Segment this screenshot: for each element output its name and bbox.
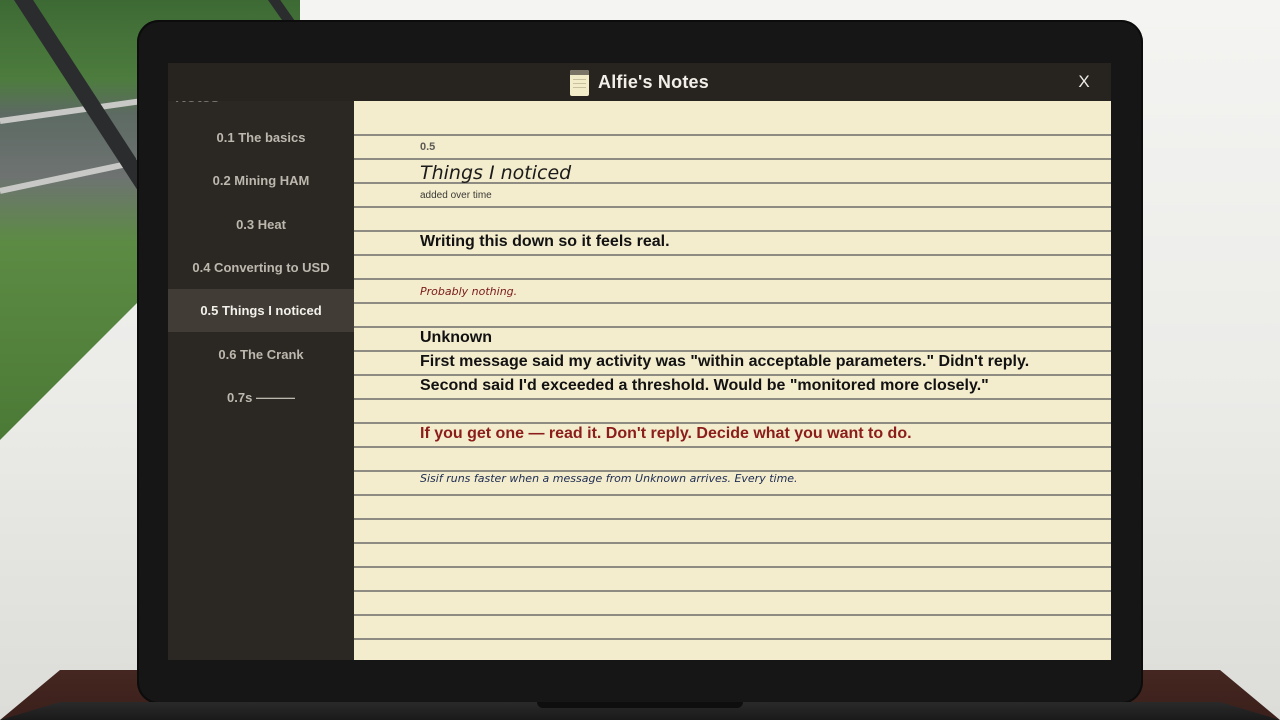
note-number: 0.5: [420, 141, 436, 153]
sidebar-item-basics[interactable]: 0.1 The basics: [168, 116, 354, 159]
sidebar-item-heat[interactable]: 0.3 Heat: [168, 203, 354, 246]
notepad-icon: [570, 70, 590, 96]
notes-nav-list: 0.1 The basics 0.2 Mining HAM 0.3 Heat 0…: [168, 116, 354, 419]
sidebar-item-locked-07s[interactable]: 0.7s ———: [168, 376, 354, 419]
paper-rule-line: [354, 542, 1111, 544]
note-footnote: Sisif runs faster when a message from Un…: [420, 472, 798, 485]
paper-rule-line: [354, 494, 1111, 496]
paper-rule-line: [354, 566, 1111, 568]
note-title: Things I noticed: [420, 162, 572, 184]
sidebar-item-converting-usd[interactable]: 0.4 Converting to USD: [168, 246, 354, 289]
paper-rule-line: [354, 446, 1111, 448]
sidebar-item-the-crank[interactable]: 0.6 The Crank: [168, 332, 354, 375]
window-title: Alfie's Notes: [598, 71, 709, 92]
title-group: Alfie's Notes: [168, 63, 1111, 101]
paper-rule-line: [354, 230, 1111, 232]
note-aside: Probably nothing.: [420, 285, 518, 298]
note-message-line-2: Second said I'd exceeded a threshold. Wo…: [420, 377, 989, 394]
note-paper: 0.5 Things I noticed added over time Wri…: [354, 101, 1111, 660]
paper-rule-line: [354, 398, 1111, 400]
paper-rule-line: [354, 422, 1111, 424]
sidebar-item-mining-ham[interactable]: 0.2 Mining HAM: [168, 159, 354, 202]
laptop-hinge-notch: [537, 702, 743, 708]
paper-rule-line: [354, 302, 1111, 304]
paper-rule-line: [354, 350, 1111, 352]
paper-rule-line: [354, 590, 1111, 592]
note-section-heading: Unknown: [420, 329, 492, 346]
paper-rule-line: [354, 134, 1111, 136]
sidebar-item-things-noticed[interactable]: 0.5 Things I noticed: [168, 289, 354, 333]
paper-rule-line: [354, 278, 1111, 280]
paper-rule-line: [354, 614, 1111, 616]
note-warning: If you get one — read it. Don't reply. D…: [420, 425, 912, 442]
paper-rule-line: [354, 638, 1111, 640]
paper-rule-line: [354, 158, 1111, 160]
note-subtitle: added over time: [420, 190, 492, 201]
paper-rule-line: [354, 518, 1111, 520]
note-intro-line: Writing this down so it feels real.: [420, 233, 670, 250]
note-message-line-1: First message said my activity was "with…: [420, 353, 1030, 370]
notes-app-window: Notes 0.1 The basics 0.2 Mining HAM 0.3 …: [168, 63, 1111, 660]
paper-rule-line: [354, 326, 1111, 328]
close-button[interactable]: X: [1073, 71, 1095, 93]
paper-rule-line: [354, 374, 1111, 376]
notes-sidebar: Notes 0.1 The basics 0.2 Mining HAM 0.3 …: [168, 63, 354, 660]
paper-rule-line: [354, 254, 1111, 256]
paper-rule-line: [354, 206, 1111, 208]
